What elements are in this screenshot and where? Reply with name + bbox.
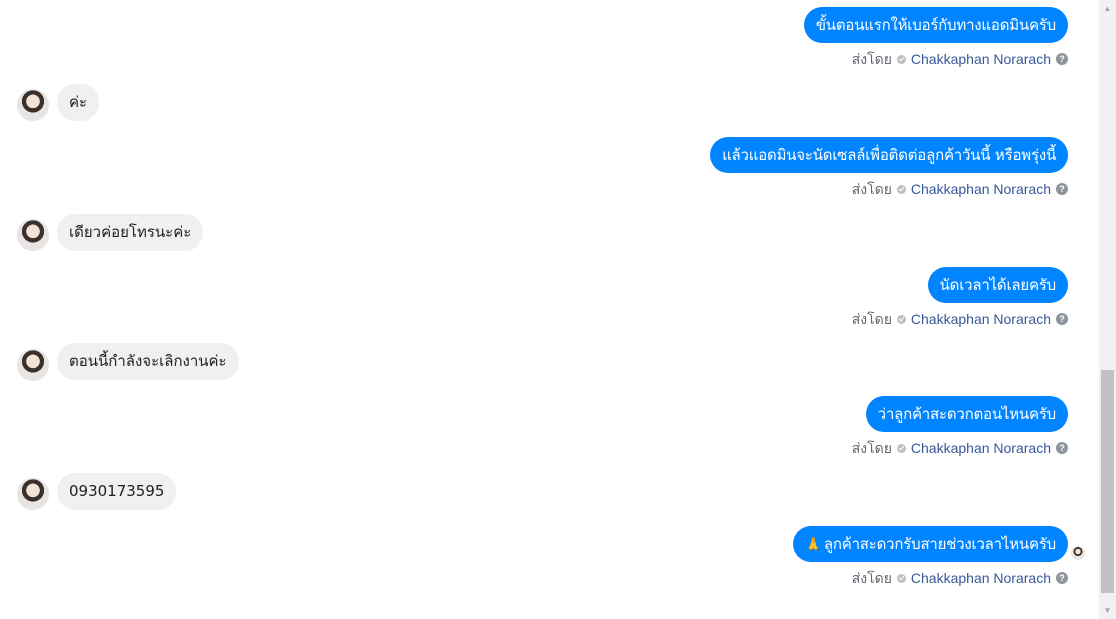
agent-name-link[interactable]: Chakkaphan Norarach — [911, 50, 1051, 68]
sent-by-label: ส่งโดย Chakkaphan Norarach ? — [852, 569, 1068, 587]
agent-name-link[interactable]: Chakkaphan Norarach — [911, 310, 1051, 328]
agent-name-link[interactable]: Chakkaphan Norarach — [911, 439, 1051, 457]
contact-avatar[interactable] — [17, 349, 49, 381]
question-circle-icon[interactable]: ? — [1056, 313, 1068, 325]
agent-name-link[interactable]: Chakkaphan Norarach — [911, 180, 1051, 198]
question-circle-icon[interactable]: ? — [1056, 442, 1068, 454]
conversation-viewport: ขั้นตอนแรกให้เบอร์กับทางแอดมินครับ ส่งโด… — [0, 0, 1116, 619]
scrollbar-thumb[interactable] — [1101, 370, 1114, 593]
outgoing-message-bubble[interactable]: ขั้นตอนแรกให้เบอร์กับทางแอดมินครับ — [803, 7, 1068, 43]
incoming-message-bubble[interactable]: 0930173595 — [57, 473, 177, 510]
outgoing-message-bubble[interactable]: แล้วแอดมินจะนัดเซลล์เพื่อติดต่อลูกค้าวัน… — [710, 137, 1068, 173]
contact-avatar[interactable] — [17, 478, 49, 510]
message-text: ลูกค้าสะดวกรับสายช่วงเวลาไหนครับ — [823, 535, 1056, 553]
check-circle-icon — [896, 54, 906, 64]
outgoing-message-bubble[interactable]: นัดเวลาได้เลยครับ — [927, 267, 1068, 303]
contact-avatar[interactable] — [17, 219, 49, 251]
outgoing-message-bubble[interactable]: 🙏 ลูกค้าสะดวกรับสายช่วงเวลาไหนครับ — [792, 526, 1068, 562]
agent-name-link[interactable]: Chakkaphan Norarach — [911, 569, 1051, 587]
sent-by-prefix: ส่งโดย — [851, 570, 892, 586]
check-circle-icon — [896, 184, 906, 194]
sent-by-prefix: ส่งโดย — [851, 51, 892, 67]
contact-avatar[interactable] — [17, 89, 49, 121]
outgoing-message-bubble[interactable]: ว่าลูกค้าสะดวกตอนไหนครับ — [865, 396, 1068, 432]
check-circle-icon — [896, 314, 906, 324]
question-circle-icon[interactable]: ? — [1056, 183, 1068, 195]
sent-by-label: ส่งโดย Chakkaphan Norarach ? — [852, 50, 1068, 68]
sent-by-prefix: ส่งโดย — [851, 181, 892, 197]
folded-hands-emoji-icon: 🙏 — [804, 537, 822, 553]
sent-by-prefix: ส่งโดย — [851, 440, 892, 456]
question-circle-icon[interactable]: ? — [1056, 53, 1068, 65]
incoming-message-bubble[interactable]: เดียวค่อยโทรนะค่ะ — [57, 214, 204, 251]
check-circle-icon — [896, 443, 906, 453]
sent-by-label: ส่งโดย Chakkaphan Norarach ? — [852, 180, 1068, 198]
vertical-scrollbar[interactable]: ▲ ▼ — [1099, 0, 1116, 619]
seen-by-avatar — [1071, 546, 1085, 560]
incoming-message-bubble[interactable]: ค่ะ — [57, 84, 100, 121]
scroll-down-arrow-icon[interactable]: ▼ — [1099, 602, 1116, 619]
scroll-up-arrow-icon[interactable]: ▲ — [1099, 0, 1116, 17]
message-thread[interactable]: ขั้นตอนแรกให้เบอร์กับทางแอดมินครับ ส่งโด… — [0, 0, 1098, 619]
question-circle-icon[interactable]: ? — [1056, 572, 1068, 584]
incoming-message-bubble[interactable]: ตอนนี้กำลังจะเลิกงานค่ะ — [57, 343, 239, 380]
check-circle-icon — [896, 573, 906, 583]
sent-by-prefix: ส่งโดย — [851, 311, 892, 327]
sent-by-label: ส่งโดย Chakkaphan Norarach ? — [852, 439, 1068, 457]
sent-by-label: ส่งโดย Chakkaphan Norarach ? — [852, 310, 1068, 328]
